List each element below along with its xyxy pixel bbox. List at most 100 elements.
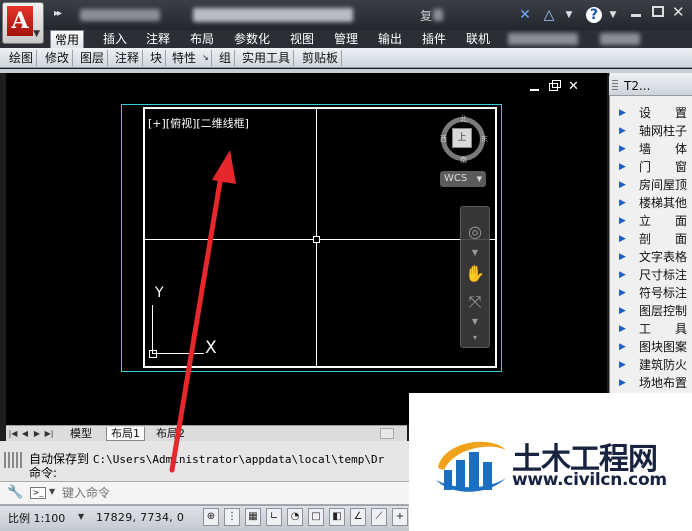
tool-palette-header[interactable] [609, 76, 692, 96]
annotation-scale[interactable]: 比例 1:100 [8, 510, 65, 526]
window-minimize-button[interactable] [631, 14, 641, 17]
panel-group[interactable]: 组 [216, 50, 236, 66]
palette-item-elevation[interactable]: ▶立面 [613, 212, 692, 230]
tab-model[interactable]: 模型 [66, 427, 96, 441]
ortho-mode-icon[interactable]: ∟ [266, 508, 282, 526]
tab-manage[interactable]: 管理 [330, 30, 362, 48]
chevron-down-icon: ▼ [33, 29, 40, 39]
palette-item-dimensions[interactable]: ▶ 尺寸标注 [613, 266, 692, 284]
navbar-options-icon[interactable]: ▾ [464, 333, 486, 342]
prev-tab-icon[interactable]: ◀ [20, 428, 30, 439]
grid-display-icon[interactable]: ▦ [245, 508, 261, 526]
palette-item-text-tables[interactable]: ▶ 文字表格 [613, 248, 692, 266]
zoom-extents-icon[interactable]: ⤧ [464, 292, 486, 312]
chevron-down-icon[interactable]: ▼ [604, 6, 622, 24]
tab-home[interactable]: 常用 [50, 30, 85, 49]
dynamic-ucs-icon[interactable]: ⟋ [371, 508, 387, 526]
tab-layout1[interactable]: 布局1 [106, 427, 145, 441]
panel-draw[interactable]: 绘图 [6, 50, 38, 66]
help-icon[interactable]: ? [586, 7, 602, 23]
palette-item-walls[interactable]: ▶墙体 [613, 140, 692, 158]
command-prompt-icon[interactable]: >_ [30, 487, 46, 499]
chevron-down-icon[interactable]: ▼ [464, 248, 486, 257]
autodesk-360-icon[interactable]: △ [540, 6, 558, 24]
palette-item-blocks-patterns[interactable]: ▶ 图块图案 [613, 338, 692, 356]
palette-item-doors-windows[interactable]: ▶门窗 [613, 158, 692, 176]
wcs-menu-button[interactable]: WCS ▼ [440, 171, 486, 187]
first-tab-icon[interactable]: |◀ [8, 428, 18, 439]
command-window-grip[interactable] [4, 452, 22, 468]
command-input[interactable] [62, 484, 402, 502]
palette-item-rooms-roofs[interactable]: ▶ 房间屋顶 [613, 176, 692, 194]
panel-expand-icon[interactable]: ↘ [200, 50, 212, 66]
chevron-down-icon[interactable]: ▼ [560, 6, 578, 24]
tab-plugins[interactable]: 插件 [418, 30, 450, 48]
tab-output[interactable]: 输出 [374, 30, 406, 48]
object-snap-icon[interactable]: □ [308, 508, 324, 526]
blurred-title [193, 8, 353, 22]
palette-item-stairs[interactable]: ▶ 楼梯其他 [613, 194, 692, 212]
tool-palette-title: T2... [624, 79, 651, 93]
palette-grip-icon[interactable] [612, 80, 618, 92]
panel-annotation[interactable]: 注释 [112, 50, 144, 66]
palette-item-settings[interactable]: ▶设置 [613, 104, 692, 122]
panel-modify[interactable]: 修改 [42, 50, 74, 66]
pan-hand-icon[interactable]: ✋ [464, 264, 486, 283]
tab-online[interactable]: 联机 [462, 30, 494, 48]
next-tab-icon[interactable]: ▶ [32, 428, 42, 439]
ribbon-tab-bar: 常用 插入 注释 布局 参数化 视图 管理 输出 插件 联机 [0, 30, 692, 49]
snap-mode-icon[interactable]: ⋮ [224, 508, 240, 526]
steering-wheel-icon[interactable]: ◎ [464, 222, 486, 241]
panel-properties[interactable]: 特性 [169, 50, 199, 66]
tab-layout[interactable]: 布局 [186, 30, 218, 48]
palette-item-layer-control[interactable]: ▶ 图层控制 [613, 302, 692, 320]
wrench-icon[interactable]: 🔧 [7, 485, 23, 500]
civilcn-logo-icon [436, 441, 506, 492]
tab-parametric[interactable]: 参数化 [230, 30, 274, 48]
3d-object-snap-icon[interactable]: ◧ [329, 508, 345, 526]
palette-item-section[interactable]: ▶剖面 [613, 230, 692, 248]
expand-triangle-icon: ▶ [619, 180, 626, 190]
chevron-down-icon[interactable]: ▼ [49, 487, 55, 496]
object-snap-tracking-icon[interactable]: ∠ [350, 508, 366, 526]
tab-insert[interactable]: 插入 [99, 30, 131, 48]
tab-view[interactable]: 视图 [286, 30, 318, 48]
command-history-line: 自动保存到 C:\Users\Administrator\appdata\loc… [29, 452, 385, 466]
palette-item-site-layout[interactable]: ▶ 场地布置 [613, 374, 692, 392]
palette-item-tools[interactable]: ▶工具 [613, 320, 692, 338]
chevron-down-icon[interactable]: ▼ [464, 317, 486, 326]
palette-item-grid-columns[interactable]: ▶ 轴网柱子 [613, 122, 692, 140]
horizontal-scrollbar[interactable] [380, 428, 394, 439]
tab-annotate[interactable]: 注释 [142, 30, 174, 48]
palette-item-fire-protection[interactable]: ▶ 建筑防火 [613, 356, 692, 374]
palette-item-symbols[interactable]: ▶ 符号标注 [613, 284, 692, 302]
chevron-down-icon[interactable]: ▼ [78, 512, 84, 521]
window-maximize-button[interactable] [652, 6, 664, 17]
viewcube-top-face[interactable]: 上 [452, 128, 472, 148]
quick-access-overflow-icon[interactable]: ▸▸ [54, 8, 62, 19]
panel-layers[interactable]: 图层 [77, 50, 109, 66]
viewport-close-button[interactable]: ✕ [568, 79, 579, 94]
panel-utilities[interactable]: 实用工具 [239, 50, 295, 66]
command-prompt-text: 命令: [29, 466, 58, 480]
expand-triangle-icon: ▶ [619, 306, 626, 316]
cursor-coordinates: 17829, 7734, 0 [96, 511, 185, 524]
tool-palette-list: ▶设置 ▶轴网柱子 ▶墙体 ▶门窗 ▶房间屋顶 ▶楼梯其他 ▶立面 ▶剖面 ▶文… [613, 104, 692, 392]
viewport-controls-label[interactable]: [+][俯视][二维线框] [148, 115, 249, 131]
last-tab-icon[interactable]: ▶| [44, 428, 54, 439]
application-menu-button[interactable]: A ▼ [2, 2, 44, 44]
viewport-minimize-button[interactable] [530, 89, 539, 91]
viewport-restore-button[interactable] [549, 80, 561, 91]
infer-constraints-icon[interactable]: ⊕ [203, 508, 219, 526]
expand-triangle-icon: ▶ [619, 270, 626, 280]
layout-tab-bar: |◀ ◀ ▶ ▶| 模型 布局1 布局2 [6, 425, 407, 441]
window-close-button[interactable]: ✕ [672, 3, 685, 21]
panel-block[interactable]: 块 [147, 50, 167, 66]
polar-tracking-icon[interactable]: ◔ [287, 508, 303, 526]
exchange-apps-icon[interactable]: ✕ [516, 6, 534, 24]
dynamic-input-icon[interactable]: + [392, 508, 408, 526]
tab-layout2[interactable]: 布局2 [152, 427, 189, 441]
expand-triangle-icon: ▶ [619, 198, 626, 208]
wcs-label: WCS [444, 173, 468, 184]
panel-clipboard[interactable]: 剪贴板 [299, 50, 343, 66]
